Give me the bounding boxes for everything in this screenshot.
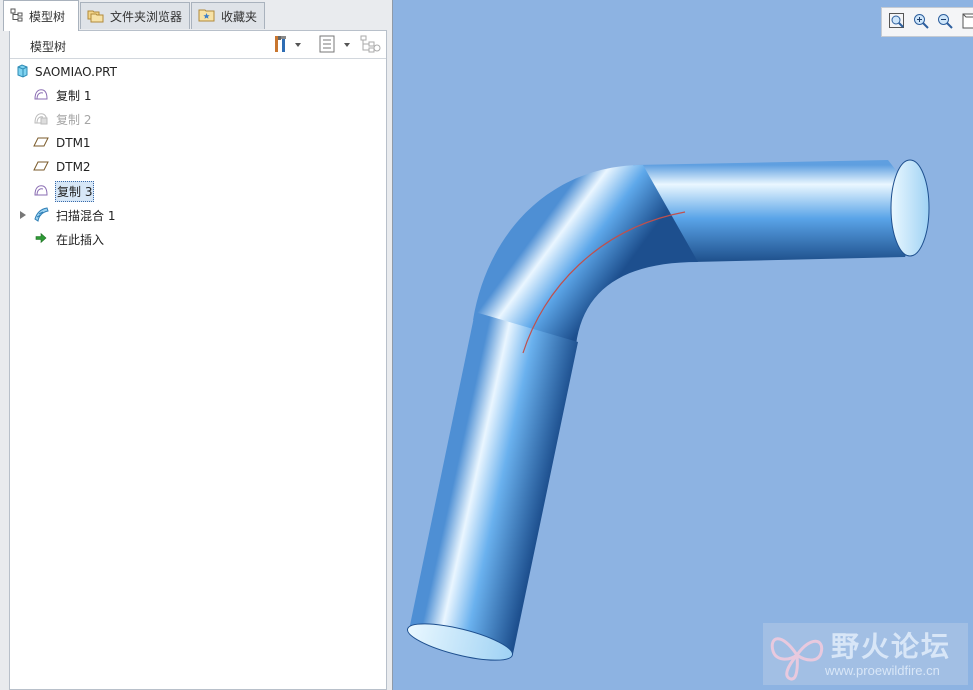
tree-item-label: DTM1 — [56, 136, 91, 150]
favorites-folder-icon — [198, 7, 216, 26]
view-toolbar — [881, 7, 973, 37]
datum-plane-icon — [33, 135, 49, 152]
expand-arrow-icon[interactable] — [20, 211, 26, 219]
tab-label: 模型树 — [29, 9, 66, 24]
zoom-in-button[interactable] — [912, 12, 930, 32]
tab-label: 文件夹浏览器 — [110, 9, 183, 24]
tree-item-label: DTM2 — [56, 160, 91, 174]
swept-blend-icon — [33, 206, 49, 225]
watermark-title: 野火论坛 — [831, 630, 952, 663]
tree-root-label: SAOMIAO.PRT — [35, 65, 117, 79]
repaint-button[interactable] — [960, 12, 973, 32]
tab-model-tree[interactable]: 模型树 — [3, 0, 79, 31]
tree-item-copy-3[interactable]: 复制 3 — [33, 180, 95, 202]
tab-label: 收藏夹 — [221, 9, 258, 24]
tree-item-insert-here[interactable]: 在此插入 — [33, 230, 105, 248]
tree-item-copy-1[interactable]: 复制 1 — [33, 86, 92, 104]
tree-settings-button[interactable] — [272, 35, 302, 55]
tree-item-label: 复制 2 — [56, 112, 92, 127]
butterfly-logo-icon — [767, 627, 827, 686]
tree-icon — [10, 8, 24, 25]
show-columns-icon — [317, 34, 351, 57]
surface-copy-icon — [33, 87, 49, 104]
zoom-out-button[interactable] — [936, 12, 954, 32]
folders-icon — [87, 7, 105, 26]
pipe-model[interactable] — [393, 0, 973, 690]
tab-favorites[interactable]: 收藏夹 — [191, 2, 265, 29]
filter-button[interactable] — [360, 35, 382, 55]
filter-icon — [360, 34, 382, 57]
surface-copy-icon — [33, 183, 49, 200]
tree-item-label: 在此插入 — [56, 232, 105, 247]
tree-item-label: 复制 3 — [55, 180, 95, 202]
navigator-tabs: 模型树 文件夹浏览器 收藏夹 — [0, 0, 393, 31]
zoom-in-icon — [912, 12, 930, 33]
repaint-icon — [960, 12, 973, 33]
part-icon — [15, 63, 29, 81]
model-tree-title: 模型树 — [30, 40, 67, 54]
tree-settings-icon — [272, 34, 302, 57]
tree-item-copy-2[interactable]: 复制 2 — [33, 110, 92, 128]
tab-folder-browser[interactable]: 文件夹浏览器 — [80, 2, 190, 29]
tree-root-part[interactable]: SAOMIAO.PRT — [15, 63, 117, 81]
navigator-panel: 模型树 文件夹浏览器 收藏夹 模型树 SAOMIAO.PRT 复制 1 复制 2… — [0, 0, 393, 690]
tree-item-dtm2[interactable]: DTM2 — [33, 158, 92, 176]
watermark-url: www.proewildfire.cn — [825, 663, 940, 678]
watermark: 野火论坛 www.proewildfire.cn — [763, 623, 968, 685]
surface-copy-icon — [33, 111, 49, 128]
refit-button[interactable] — [888, 12, 906, 32]
refit-icon — [888, 12, 906, 33]
model-tree-header: 模型树 — [10, 31, 386, 59]
show-columns-button[interactable] — [317, 35, 351, 55]
insert-here-arrow-icon — [33, 231, 49, 248]
tree-item-label: 扫描混合 1 — [56, 208, 116, 223]
model-tree-pane: 模型树 SAOMIAO.PRT 复制 1 复制 2 DTM1 DTM2 复制 3… — [9, 30, 387, 690]
tree-item-swept-blend-1[interactable]: 扫描混合 1 — [33, 206, 116, 224]
tree-item-label: 复制 1 — [56, 88, 92, 103]
tree-item-dtm1[interactable]: DTM1 — [33, 134, 92, 152]
datum-plane-icon — [33, 159, 49, 176]
graphics-viewport[interactable]: 野火论坛 www.proewildfire.cn — [393, 0, 973, 690]
zoom-out-icon — [936, 12, 954, 33]
